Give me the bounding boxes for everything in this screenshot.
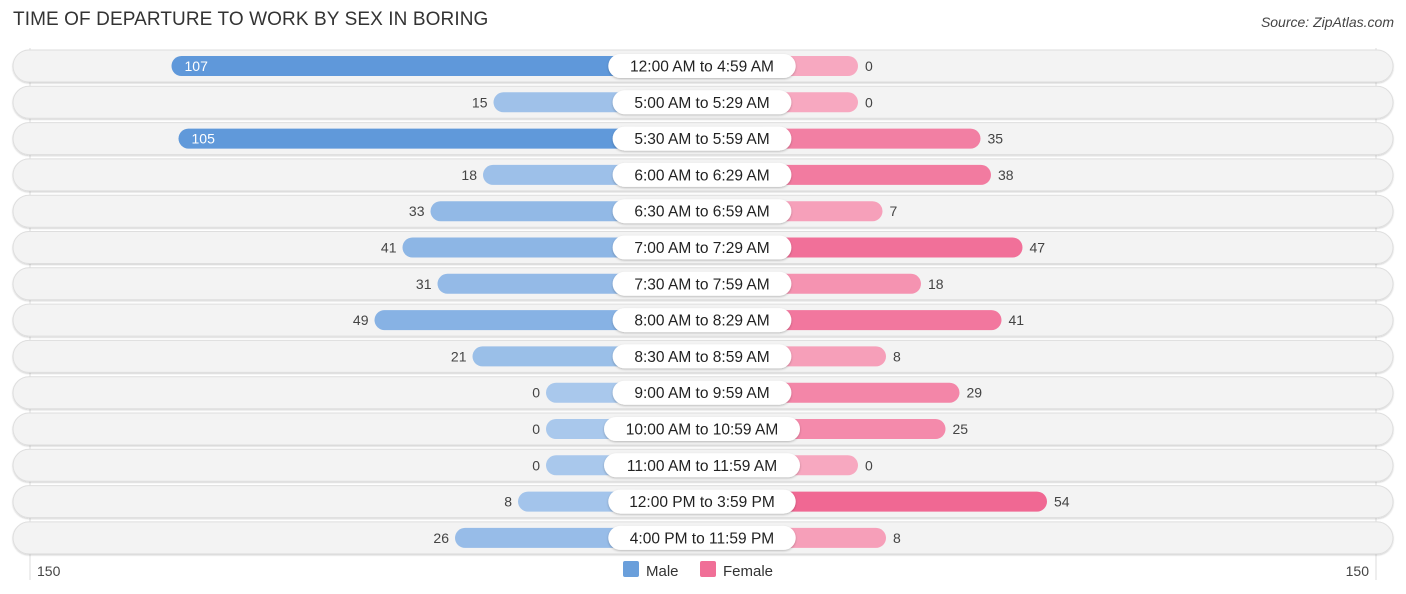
value-label-male: 18	[461, 167, 477, 183]
chart-row: 0 0 11:00 AM to 11:59 AM	[12, 448, 1394, 482]
value-label-female: 8	[893, 530, 901, 546]
diverging-bar-chart: 107 012:00 AM to 4:59 AM15 05:00 AM to 5:2…	[12, 48, 1394, 580]
chart-row: 15 0 5:00 AM to 5:29 AM	[12, 85, 1394, 119]
value-label-female: 35	[988, 131, 1004, 147]
chart-row: 105 35 5:30 AM to 5:59 AM	[12, 122, 1394, 156]
category-label: 7:00 AM to 7:29 AM	[634, 240, 769, 257]
category-label: 8:30 AM to 8:59 AM	[634, 349, 769, 366]
value-label-male: 31	[416, 276, 432, 292]
value-label-female: 0	[865, 58, 873, 74]
category-label: 7:30 AM to 7:59 AM	[634, 276, 769, 293]
category-label: 10:00 AM to 10:59 AM	[626, 422, 779, 439]
legend-swatch-female	[700, 561, 716, 577]
legend-label-male: Male	[646, 563, 679, 580]
chart-row: 21 8 8:30 AM to 8:59 AM	[12, 339, 1394, 373]
category-label: 12:00 PM to 3:59 PM	[629, 494, 775, 511]
value-label-female: 41	[1009, 312, 1025, 328]
value-label-male: 41	[381, 240, 397, 256]
chart-row: 26 8 4:00 PM to 11:59 PM	[12, 521, 1394, 555]
value-label-female: 38	[998, 167, 1014, 183]
legend-label-female: Female	[723, 563, 773, 580]
value-label-male: 0	[532, 421, 540, 437]
chart-row: 0 29 9:00 AM to 9:59 AM	[12, 376, 1394, 410]
category-label: 5:00 AM to 5:29 AM	[634, 95, 769, 112]
value-label-female: 25	[953, 421, 969, 437]
legend-swatch-male	[623, 561, 639, 577]
category-label: 12:00 AM to 4:59 AM	[630, 59, 774, 76]
value-label-male: 33	[409, 203, 425, 219]
chart-row: 0 25 10:00 AM to 10:59 AM	[12, 412, 1394, 446]
value-label-female: 29	[967, 385, 983, 401]
value-label-female: 54	[1054, 494, 1070, 510]
category-label: 6:30 AM to 6:59 AM	[634, 204, 769, 221]
category-label: 8:00 AM to 8:29 AM	[634, 313, 769, 330]
category-label: 11:00 AM to 11:59 AM	[627, 458, 777, 475]
value-label-male: 105	[192, 131, 216, 147]
chart-row: 107 0 12:00 AM to 4:59 AM	[12, 49, 1394, 83]
value-label-male: 107	[185, 58, 209, 74]
category-label: 5:30 AM to 5:59 AM	[634, 131, 769, 148]
value-label-male: 21	[451, 348, 467, 364]
value-label-male: 15	[472, 94, 488, 110]
chart-row: 8 54 12:00 PM to 3:59 PM	[12, 485, 1394, 519]
category-label: 4:00 PM to 11:59 PM	[630, 530, 774, 547]
value-label-male: 26	[433, 530, 449, 546]
value-label-female: 7	[890, 203, 898, 219]
value-label-female: 8	[893, 348, 901, 364]
category-label: 9:00 AM to 9:59 AM	[634, 385, 769, 402]
value-label-female: 0	[865, 457, 873, 473]
chart-row: 49 41 8:00 AM to 8:29 AM	[12, 303, 1394, 337]
value-label-male: 8	[504, 494, 512, 510]
value-label-female: 0	[865, 94, 873, 110]
category-label: 6:00 AM to 6:29 AM	[634, 167, 769, 184]
chart-row: 41 47 7:00 AM to 7:29 AM	[12, 231, 1394, 264]
value-label-female: 47	[1030, 240, 1046, 256]
value-label-male: 0	[532, 385, 540, 401]
chart-row: 18 38 6:00 AM to 6:29 AM	[12, 158, 1394, 192]
value-label-male: 49	[353, 312, 369, 328]
chart-row: 31 18 7:30 AM to 7:59 AM	[12, 267, 1394, 301]
value-label-female: 18	[928, 276, 944, 292]
axis-tick-right: 150	[1346, 563, 1370, 579]
axis-tick-left: 150	[37, 563, 61, 579]
legend: Male Female	[623, 561, 773, 580]
chart-row: 33 7 6:30 AM to 6:59 AM	[12, 194, 1394, 228]
value-label-male: 0	[532, 457, 540, 473]
